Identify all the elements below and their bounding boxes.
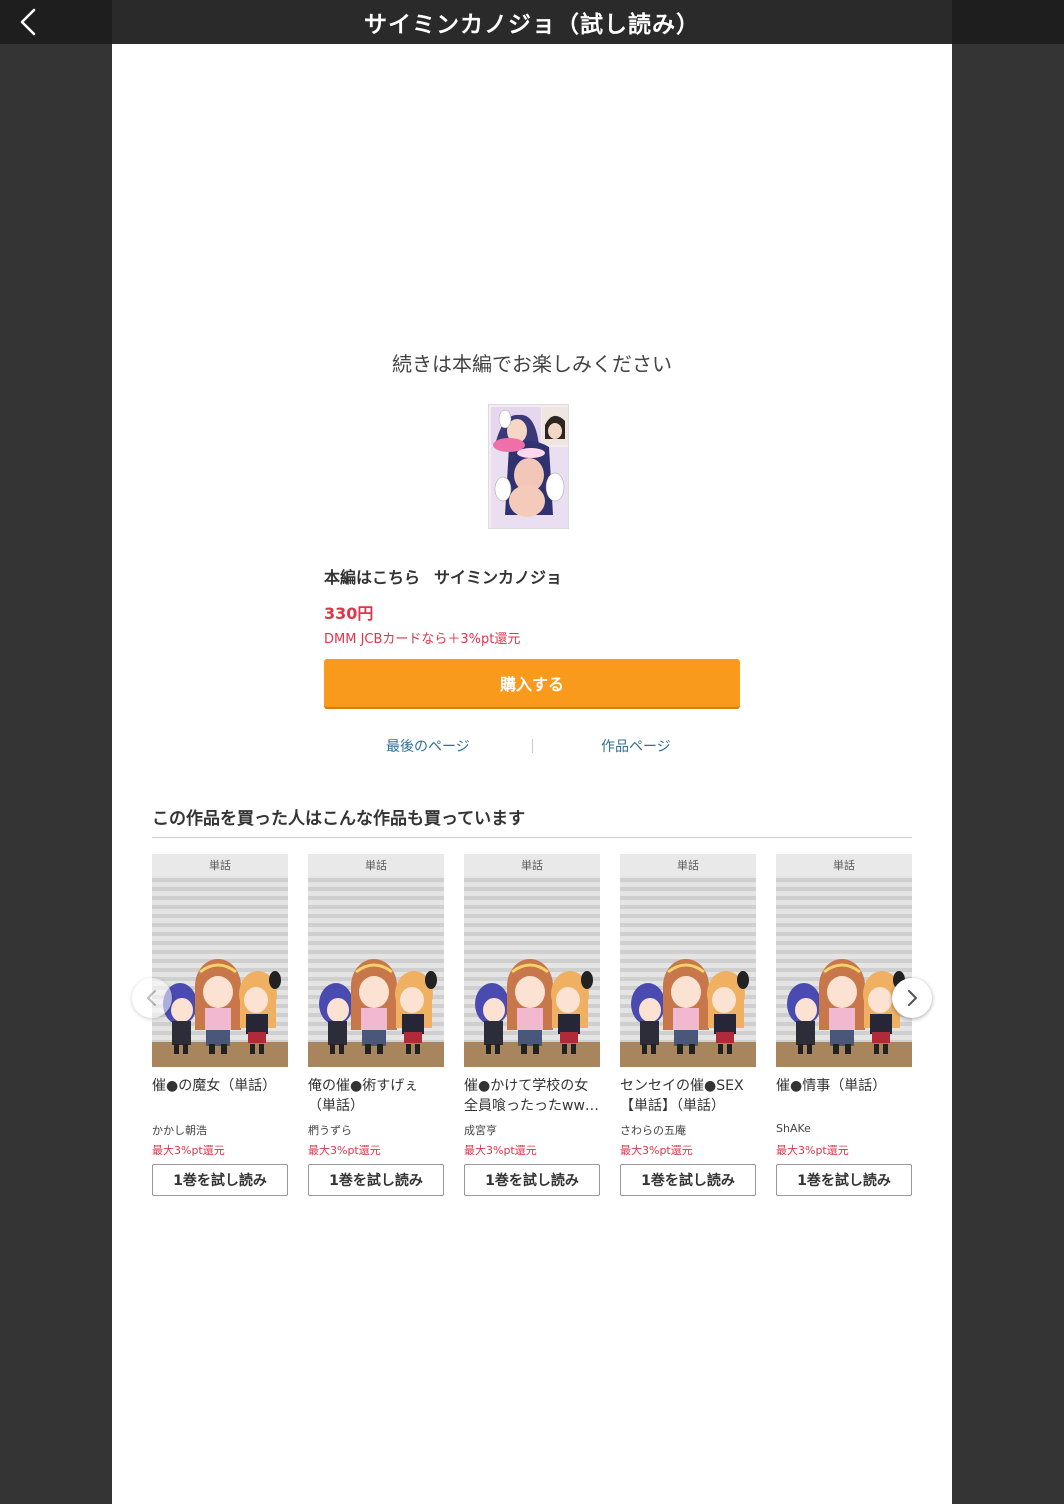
series-tag: 単話 [776, 854, 912, 876]
recommendation-card: 単話 センセイの催●SEX【単話】（単話） さわらの五庵 最大3%pt還元 1巻… [620, 854, 756, 1199]
trial-read-button[interactable]: 1巻を試し読み [620, 1164, 756, 1196]
recommendation-author[interactable]: 椚うずら [308, 1122, 352, 1138]
recommendation-thumbnail[interactable]: 単話 [620, 854, 756, 1067]
trial-read-button[interactable]: 1巻を試し読み [776, 1164, 912, 1196]
chevron-left-icon [147, 990, 156, 1006]
work-page-link[interactable]: 作品ページ [601, 736, 671, 756]
continue-message: 続きは本編でお楽しみください [392, 352, 672, 376]
recommendation-title[interactable]: 催●情事（単話） [776, 1076, 912, 1096]
recommendation-title[interactable]: 催●の魔女（単話） [152, 1076, 288, 1096]
recommendation-point: 最大3%pt還元 [620, 1144, 693, 1157]
recommendation-point: 最大3%pt還元 [464, 1144, 537, 1157]
page-title: サイミンカノジョ（試し読み） [364, 12, 700, 38]
series-tag: 単話 [308, 854, 444, 876]
point-note: DMM JCBカードなら＋3%pt還元 [324, 632, 521, 647]
price: 330円 [324, 604, 374, 623]
recommendation-card: 単話 俺の催●術すげぇ（単話） 椚うずら 最大3%pt還元 1巻を試し読み [308, 854, 444, 1199]
recommendations-heading: この作品を買った人はこんな作品も買っています [152, 809, 526, 829]
recommendation-card: 単話 催●かけて学校の女全員喰ったったww… 成宮亨 最大3%pt還元 1巻を試… [464, 854, 600, 1199]
recommendation-author[interactable]: ShAKe [776, 1122, 811, 1135]
link-divider [532, 739, 533, 753]
recommendation-card: 単話 催●情事（単話） ShAKe 最大3%pt還元 1巻を試し読み [776, 854, 912, 1199]
top-bar: サイミンカノジョ（試し読み） [0, 0, 1064, 44]
heading-rule [152, 837, 912, 838]
trial-read-button[interactable]: 1巻を試し読み [152, 1164, 288, 1196]
recommendation-title[interactable]: 俺の催●術すげぇ（単話） [308, 1076, 444, 1116]
book-cover-image[interactable] [488, 404, 569, 529]
trial-read-button[interactable]: 1巻を試し読み [464, 1164, 600, 1196]
recommendation-thumbnail[interactable]: 単話 [152, 854, 288, 1067]
chevron-right-icon [908, 990, 917, 1006]
recommendation-card: 単話 催●の魔女（単話） かかし朝浩 最大3%pt還元 1巻を試し読み [152, 854, 288, 1199]
carousel-prev-button[interactable] [132, 978, 172, 1018]
recommendation-point: 最大3%pt還元 [776, 1144, 849, 1157]
trial-read-button[interactable]: 1巻を試し読み [308, 1164, 444, 1196]
recommendation-point: 最大3%pt還元 [152, 1144, 225, 1157]
recommendation-thumbnail[interactable]: 単話 [308, 854, 444, 1067]
series-tag: 単話 [620, 854, 756, 876]
recommendation-author[interactable]: さわらの五庵 [620, 1122, 686, 1138]
recommendation-point: 最大3%pt還元 [308, 1144, 381, 1157]
main-volume-link[interactable]: 本編はこちら サイミンカノジョ [324, 564, 562, 588]
title-area: サイミンカノジョ（試し読み） [112, 0, 952, 44]
series-tag: 単話 [464, 854, 600, 876]
chevron-left-icon [20, 8, 36, 36]
back-button[interactable] [10, 4, 46, 40]
recommendation-author[interactable]: かかし朝浩 [152, 1122, 207, 1138]
main-link-label: 本編はこちら [324, 568, 421, 587]
recommendations-carousel: 単話 催●の魔女（単話） かかし朝浩 最大3%pt還元 1巻を試し読み 単話 俺… [152, 854, 912, 1199]
main-title: サイミンカノジョ [434, 568, 563, 587]
recommendation-title[interactable]: センセイの催●SEX【単話】（単話） [620, 1076, 756, 1116]
recommendation-thumbnail[interactable]: 単話 [464, 854, 600, 1067]
series-tag: 単話 [152, 854, 288, 876]
recommendation-author[interactable]: 成宮亨 [464, 1122, 497, 1138]
reader-end-panel: 続きは本編でお楽しみください 本編はこちら サイミンカノジョ 330円 DMM J… [112, 44, 952, 1504]
buy-button[interactable]: 購入する [324, 659, 740, 707]
recommendation-thumbnail[interactable]: 単話 [776, 854, 912, 1067]
recommendation-title[interactable]: 催●かけて学校の女全員喰ったったww… [464, 1076, 600, 1116]
last-page-link[interactable]: 最後のページ [386, 736, 470, 756]
sub-links: 最後のページ 作品ページ [112, 736, 952, 758]
carousel-next-button[interactable] [892, 978, 932, 1018]
